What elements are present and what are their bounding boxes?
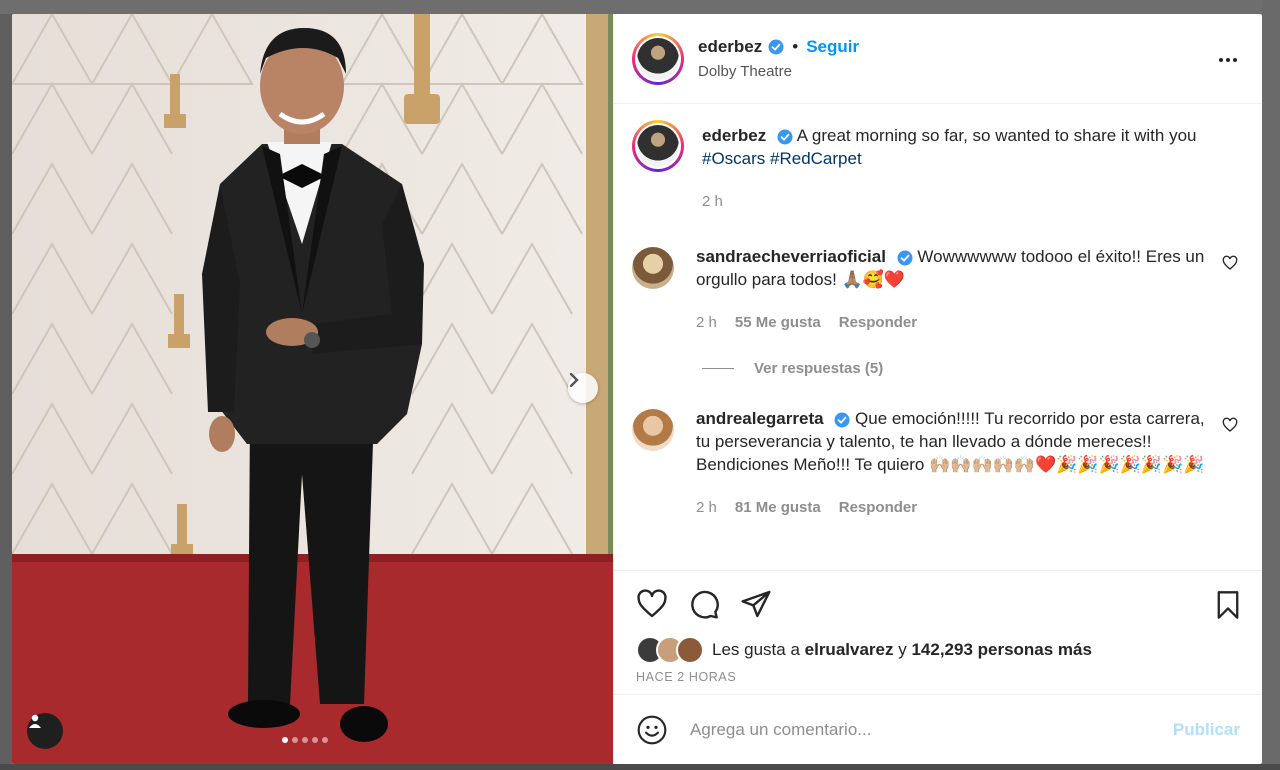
likes-count[interactable]: 142,293 personas más	[911, 640, 1092, 660]
comment-input[interactable]	[688, 718, 1173, 741]
separator-dot: •	[792, 37, 799, 56]
post-side-panel: ederbez • Seguir Dolby Theatre ederbez A…	[613, 14, 1262, 764]
comment-time: 2 h	[696, 314, 717, 331]
post-caption: ederbez A great morning so far, so wante…	[632, 120, 1244, 213]
reply-button[interactable]: Responder	[839, 496, 917, 519]
more-options-icon[interactable]	[1216, 48, 1240, 72]
next-photo-button[interactable]	[568, 373, 598, 403]
comment-like-heart-icon[interactable]	[1222, 255, 1238, 271]
view-replies-button[interactable]: Ver respuestas (5)	[702, 360, 1244, 377]
user-tag-icon	[29, 714, 41, 728]
carousel-dot	[282, 737, 288, 743]
carousel-dot	[312, 737, 318, 743]
background-topbar	[0, 0, 1280, 14]
liker-avatars[interactable]	[636, 636, 704, 664]
carousel-indicator	[282, 737, 328, 743]
post-modal: ederbez • Seguir Dolby Theatre ederbez A…	[12, 14, 1262, 764]
author-avatar[interactable]	[632, 32, 684, 85]
verified-badge-icon	[897, 250, 913, 266]
save-icon[interactable]	[1214, 590, 1242, 620]
caption-time: 2 h	[702, 193, 723, 210]
posted-time[interactable]: HACE 2 HORAS	[614, 664, 1262, 694]
carousel-dot	[302, 737, 308, 743]
comment-likes[interactable]: 55 Me gusta	[735, 311, 821, 334]
heart-icon[interactable]	[636, 588, 668, 620]
comment-meta: 2 h 55 Me gusta Responder	[696, 311, 1206, 334]
comment-likes[interactable]: 81 Me gusta	[735, 496, 821, 519]
post-location[interactable]: Dolby Theatre	[698, 63, 859, 80]
reply-button[interactable]: Responder	[839, 311, 917, 334]
likes-conj: y	[898, 640, 907, 659]
likes-prefix: Les gusta a	[712, 640, 800, 659]
verified-badge-icon	[834, 412, 850, 428]
comment-composer: Publicar	[614, 694, 1262, 764]
carousel-dot	[292, 737, 298, 743]
comment-username[interactable]: andrealegarreta	[696, 409, 824, 428]
comment-icon[interactable]	[688, 588, 720, 620]
comment-time: 2 h	[696, 499, 717, 516]
caption-avatar[interactable]	[632, 120, 684, 172]
emoji-icon[interactable]	[636, 714, 668, 746]
comment-username[interactable]: sandraecheverriaoficial	[696, 247, 886, 266]
background-bottom	[0, 764, 1280, 770]
comment-item: andrealegarreta Que emoción!!!!! Tu reco…	[632, 407, 1244, 519]
caption-text: A great morning so far, so wanted to sha…	[796, 126, 1197, 145]
user-tag-button[interactable]	[27, 713, 63, 749]
comment-meta: 2 h 81 Me gusta Responder	[696, 496, 1206, 519]
likes-user[interactable]: elrualvarez	[805, 640, 894, 660]
post-header: ederbez • Seguir Dolby Theatre	[614, 14, 1262, 104]
carousel-dot	[322, 737, 328, 743]
verified-badge-icon	[768, 39, 784, 55]
author-username[interactable]: ederbez	[698, 37, 762, 57]
comment-like-heart-icon[interactable]	[1222, 417, 1238, 433]
post-actions-bar	[614, 570, 1262, 636]
comments-list[interactable]: ederbez A great morning so far, so wante…	[614, 104, 1262, 570]
verified-badge-icon	[777, 129, 793, 145]
view-replies-label: Ver respuestas (5)	[754, 360, 884, 377]
publish-button[interactable]: Publicar	[1173, 720, 1240, 740]
caption-username[interactable]: ederbez	[702, 126, 766, 145]
photo-illustration	[12, 14, 613, 764]
post-photo	[12, 14, 613, 764]
follow-button[interactable]: Seguir	[806, 37, 859, 57]
comment-item: sandraecheverriaoficial Wowwwwww todooo …	[632, 245, 1244, 334]
comment-avatar[interactable]	[632, 409, 674, 451]
caption-hashtags[interactable]: #Oscars #RedCarpet	[702, 149, 862, 168]
share-icon[interactable]	[740, 588, 772, 620]
background-right	[1262, 0, 1280, 770]
chevron-right-icon	[569, 373, 579, 387]
replies-divider-line	[702, 368, 734, 369]
likes-summary: Les gusta a elrualvarez y 142,293 person…	[614, 636, 1262, 664]
comment-avatar[interactable]	[632, 247, 674, 289]
